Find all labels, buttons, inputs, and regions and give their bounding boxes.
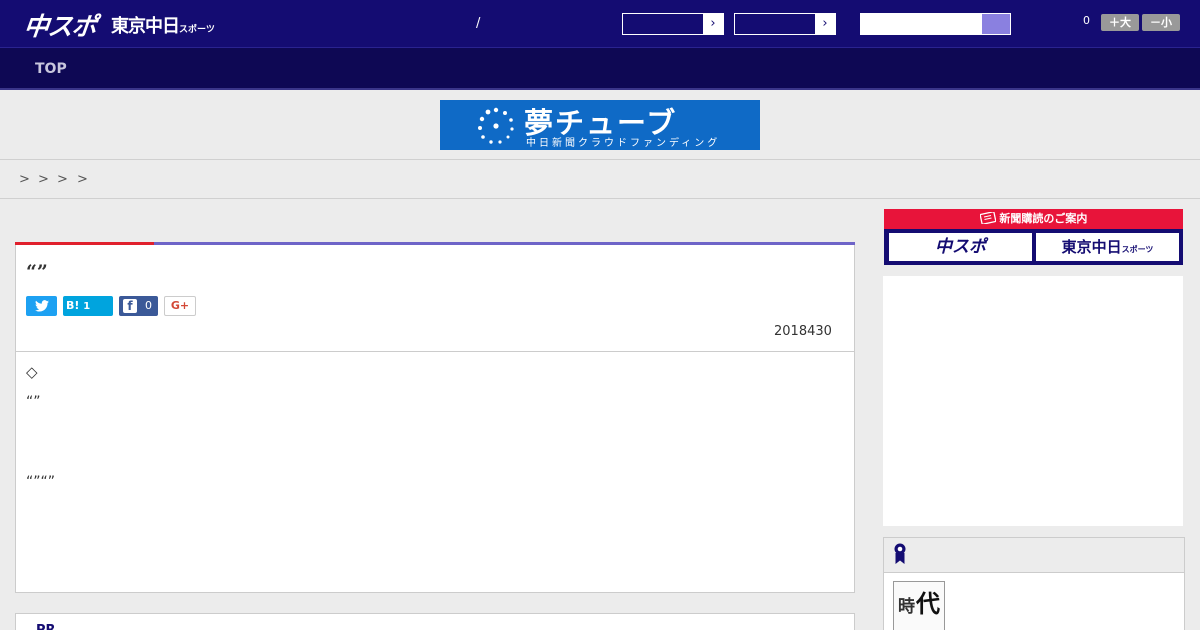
- font-smaller-button[interactable]: －小: [1142, 14, 1180, 31]
- subscribe-chuspo-button[interactable]: 中スポ: [889, 233, 1032, 261]
- banner-area: 夢チューブ 中日新聞クラウドファンディング: [0, 90, 1200, 160]
- breadcrumb-separator: >: [57, 172, 68, 187]
- twitter-icon: [34, 300, 49, 312]
- chevron-right-icon: ›: [815, 14, 835, 34]
- hatena-count: 1: [83, 301, 91, 312]
- search-button[interactable]: [982, 13, 1011, 35]
- ad-slot: [883, 276, 1183, 526]
- chuspo-logo[interactable]: 中スポ: [22, 7, 98, 43]
- article-topline-accent: [15, 242, 154, 245]
- article-title: “”: [26, 261, 48, 283]
- ribbon-icon: [894, 543, 906, 564]
- font-size-indicator: 0: [1083, 14, 1090, 27]
- header-separator: /: [476, 16, 481, 31]
- tokyo-logo-main: 東京中日: [111, 16, 180, 37]
- search-input[interactable]: [860, 13, 983, 35]
- facebook-icon: f: [123, 299, 137, 313]
- twitter-share-button[interactable]: [26, 296, 57, 316]
- body-paragraph: “”“”: [26, 474, 56, 490]
- article-date: 2018430: [774, 324, 832, 339]
- facebook-share-button[interactable]: f 0: [119, 296, 158, 316]
- hatena-label: B!: [66, 299, 80, 312]
- article-body: [15, 351, 855, 593]
- newspaper-icon: [979, 211, 996, 225]
- chevron-right-icon: ›: [703, 14, 723, 34]
- subscribe-tokyo-suffix: スポーツ: [1121, 245, 1154, 254]
- nav-item-top[interactable]: TOP: [35, 61, 67, 77]
- related-section: [15, 613, 855, 630]
- yume-tube-banner[interactable]: 夢チューブ 中日新聞クラウドファンディング: [440, 100, 760, 150]
- subscribe-tokyo-main: 東京中日: [1061, 238, 1122, 256]
- global-nav: TOP: [0, 48, 1200, 90]
- facebook-count: 0: [145, 299, 152, 312]
- breadcrumb-separator: >: [19, 172, 30, 187]
- subscription-heading: 新聞購読のご案内: [884, 209, 1183, 229]
- site-header: 中スポ 東京中日スポーツ / › › 0 ＋大 －小: [0, 0, 1200, 48]
- breadcrumb: > > > >: [0, 161, 1200, 199]
- subscription-heading-text: 新聞購読のご案内: [999, 212, 1088, 225]
- hatena-bookmark-button[interactable]: B! 1: [63, 296, 113, 316]
- tokyo-chunichi-logo[interactable]: 東京中日スポーツ: [111, 12, 215, 38]
- category-select-1[interactable]: ›: [622, 13, 724, 35]
- subscribe-tokyo-chunichi-button[interactable]: 東京中日スポーツ: [1036, 233, 1179, 261]
- ranking-thumbnail[interactable]: 時 代: [893, 581, 945, 630]
- ranking-header: [883, 537, 1185, 573]
- body-marker: ◇: [26, 363, 38, 381]
- breadcrumb-separator: >: [77, 172, 88, 187]
- thumb-char-2: 代: [916, 589, 940, 618]
- thumb-char-1: 時: [898, 597, 915, 617]
- banner-subtitle: 中日新聞クラウドファンディング: [526, 138, 721, 149]
- related-section-label: PR: [36, 623, 56, 630]
- category-select-2[interactable]: ›: [734, 13, 836, 35]
- font-larger-button[interactable]: ＋大: [1101, 14, 1139, 31]
- breadcrumb-separator: >: [38, 172, 49, 187]
- google-plus-share-button[interactable]: G+: [164, 296, 196, 316]
- dots-circle-icon: [478, 107, 514, 144]
- body-paragraph: “”: [26, 394, 41, 410]
- tokyo-logo-suffix: スポーツ: [179, 25, 215, 35]
